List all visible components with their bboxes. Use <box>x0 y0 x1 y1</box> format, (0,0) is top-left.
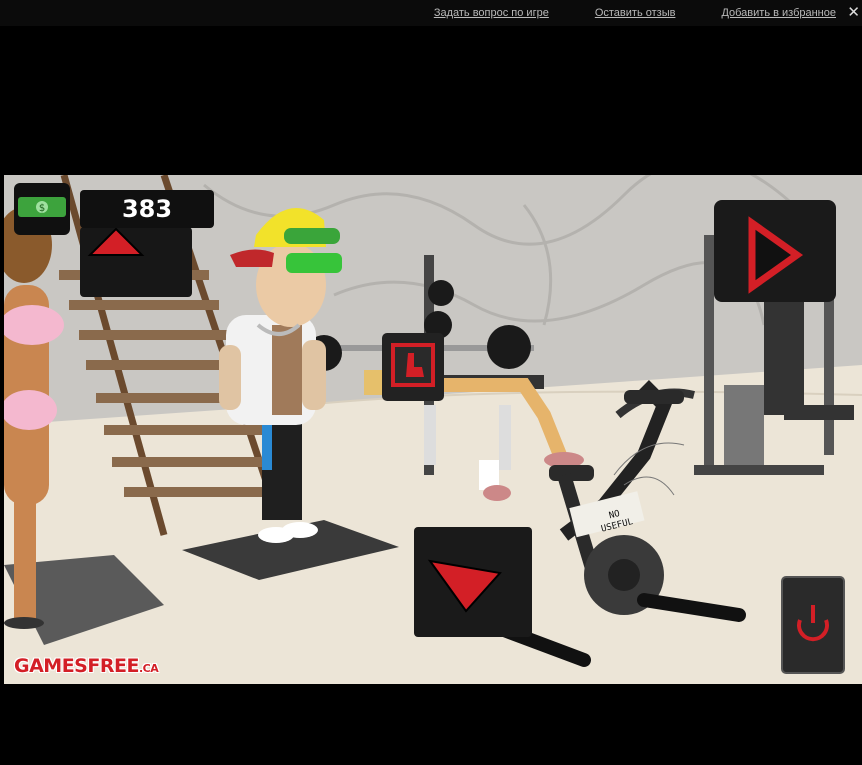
gamesfree-logo[interactable]: GAMESFREE.CA <box>14 655 159 677</box>
game-canvas[interactable]: $ 383 NO USEFUL GAMESFREE.CA <box>4 175 862 684</box>
money-counter: 383 <box>80 190 214 228</box>
dollar-bill-stack-icon: $ <box>18 197 66 217</box>
ask-question-link[interactable]: Задать вопрос по игре <box>434 7 549 19</box>
top-bar: Задать вопрос по игре Оставить отзыв Доб… <box>0 0 862 26</box>
back-button[interactable] <box>414 527 532 637</box>
bench-action-button[interactable] <box>382 333 444 401</box>
gym-scene: $ <box>4 175 862 684</box>
svg-text:$: $ <box>39 203 45 214</box>
red-arrow-up-button[interactable] <box>80 227 192 297</box>
add-favorites-link[interactable]: Добавить в избранное <box>721 7 836 19</box>
power-button[interactable] <box>781 576 845 674</box>
close-icon[interactable]: ✕ <box>847 3 860 21</box>
logo-main: GAMESFREE <box>14 655 139 677</box>
leave-review-link[interactable]: Оставить отзыв <box>595 7 676 19</box>
top-links: Задать вопрос по игре Оставить отзыв Доб… <box>434 7 836 19</box>
next-scene-button[interactable] <box>714 200 836 302</box>
logo-suffix: .CA <box>138 662 159 675</box>
